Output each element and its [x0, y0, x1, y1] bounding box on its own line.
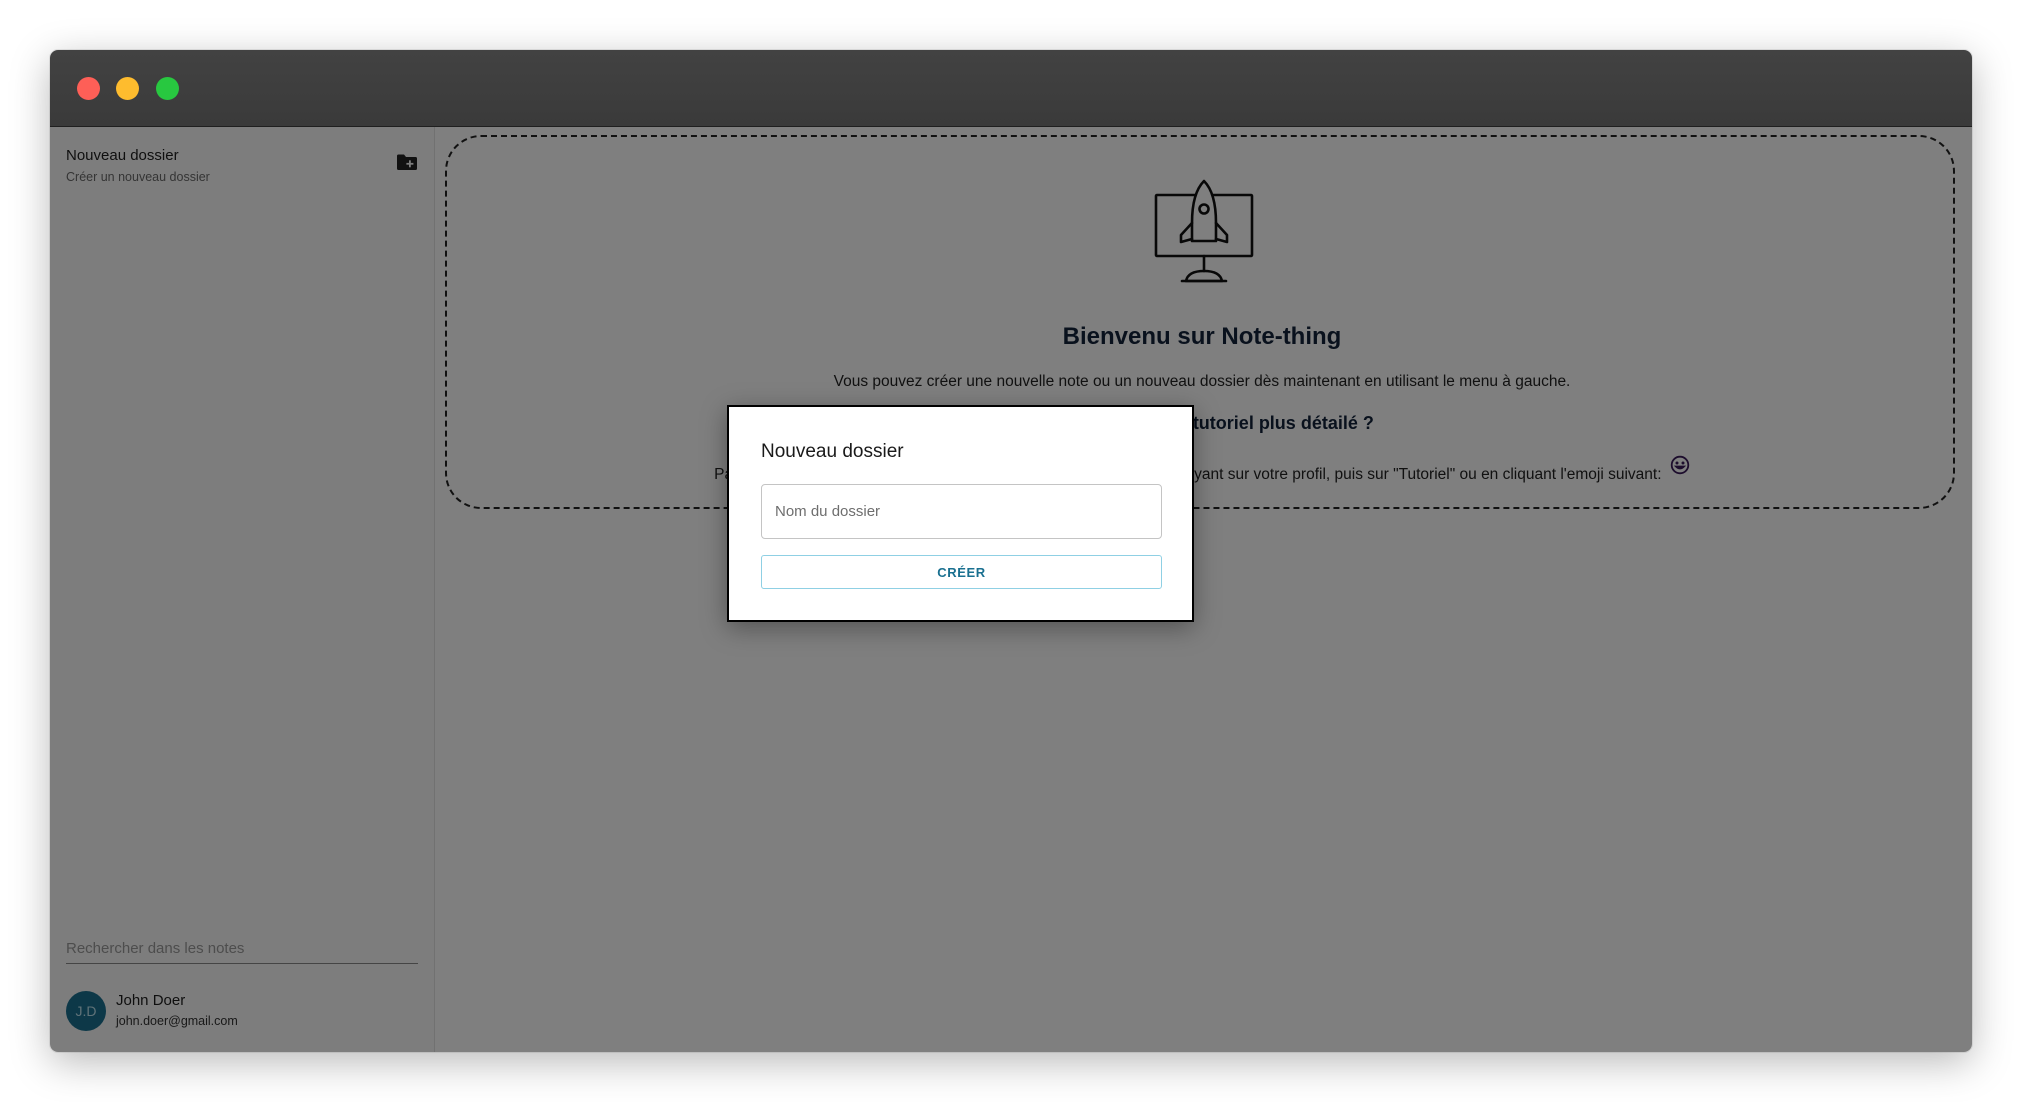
maximize-window-button[interactable] — [156, 77, 179, 100]
minimize-window-button[interactable] — [116, 77, 139, 100]
folder-name-input[interactable] — [761, 484, 1162, 539]
create-folder-button[interactable]: CRÉER — [761, 555, 1162, 589]
dialog-title: Nouveau dossier — [761, 441, 904, 462]
title-bar — [50, 50, 1972, 127]
close-window-button[interactable] — [77, 77, 100, 100]
new-folder-dialog: Nouveau dossier CRÉER — [727, 405, 1194, 622]
